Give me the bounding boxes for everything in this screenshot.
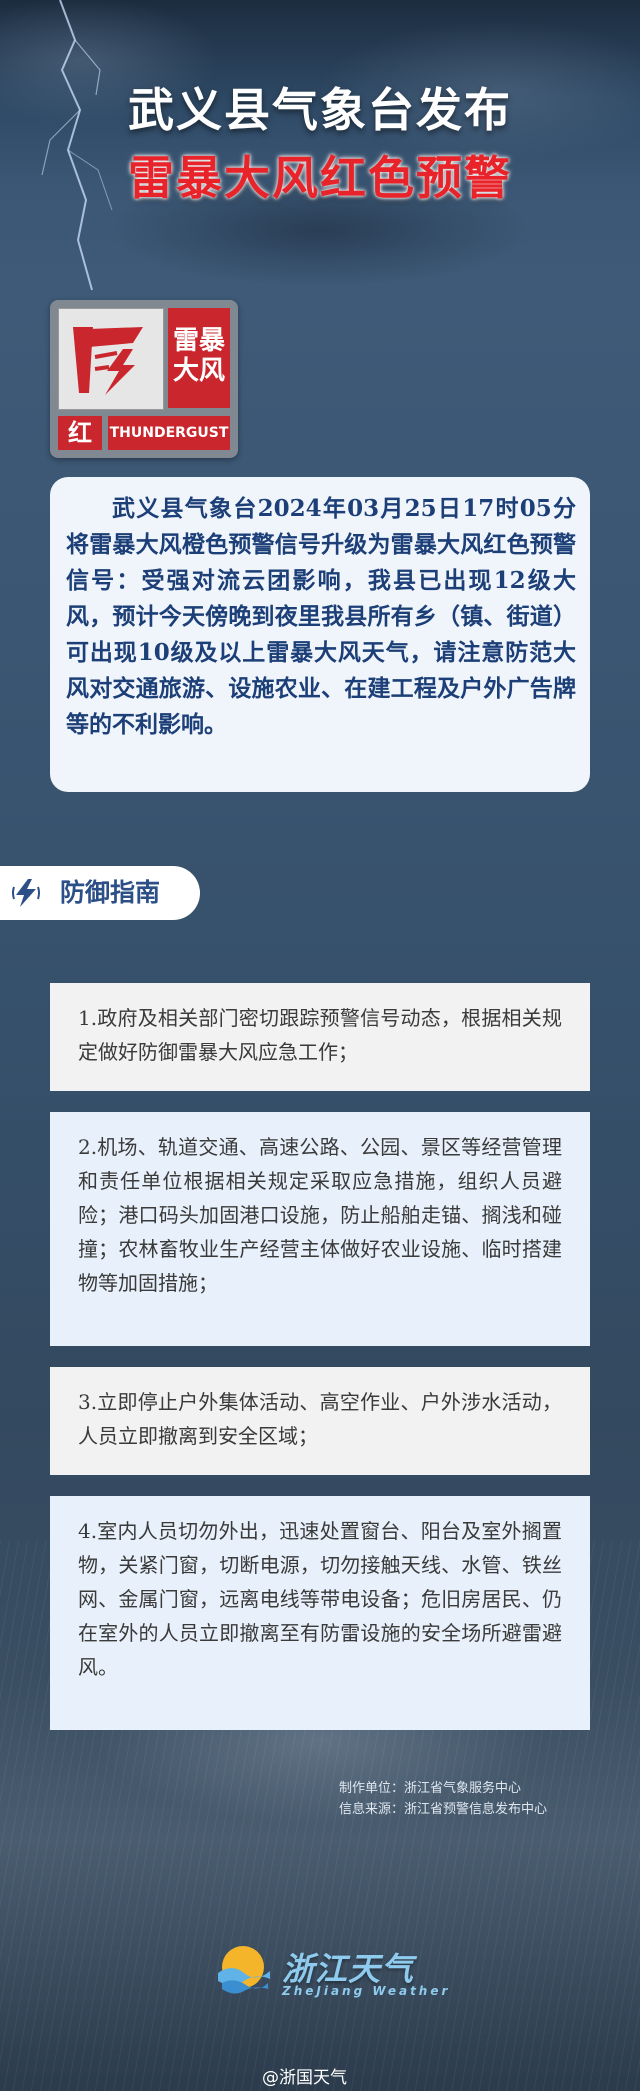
source-credit: 信息来源：浙江省预警信息发布中心 <box>339 1802 548 1817</box>
warning-english-label: THUNDERGUST <box>108 416 230 450</box>
warning-sign-name: 雷暴 大风 <box>168 308 230 408</box>
logo-name-en: ZheJiang Weather <box>282 1984 451 1998</box>
lightning-bolt-icon <box>12 879 40 907</box>
producer-credit: 制作单位：浙江省气象服务中心 <box>339 1781 522 1796</box>
guide-heading: 防御指南 <box>60 878 161 907</box>
guide-section-header: 防御指南 <box>0 866 200 920</box>
page-title: 武义县气象台发布 <box>128 83 512 137</box>
guide-item-3: 3.立即停止户外集体活动、高空作业、户外涉水活动，人员立即撤离到安全区域； <box>50 1367 590 1475</box>
warning-sign: 雷暴 大风 红 THUNDERGUST <box>50 300 238 458</box>
credits: 制作单位：浙江省气象服务中心 信息来源：浙江省预警信息发布中心 <box>339 1778 547 1820</box>
warning-sign-name-line1: 雷暴 <box>172 326 225 356</box>
warning-level: 红 <box>58 416 102 450</box>
warning-sign-name-line2: 大风 <box>172 356 225 386</box>
guide-item-2: 2.机场、轨道交通、高速公路、公园、景区等经营管理和责任单位根据相关规定采取应急… <box>50 1112 590 1346</box>
guide-item-4: 4.室内人员切勿外出，迅速处置窗台、阳台及室外搁置物，关紧门窗，切断电源，切勿接… <box>50 1496 590 1730</box>
warning-description: 武义县气象台2024年03月25日17时05分将雷暴大风橙色预警信号升级为雷暴大… <box>50 477 590 792</box>
guide-item-1: 1.政府及相关部门密切跟踪预警信号动态，根据相关规定做好防御雷暴大风应急工作； <box>50 983 590 1091</box>
zhejiang-weather-logo-icon <box>218 1946 270 1994</box>
weibo-watermark: @浙国天气 <box>262 2068 347 2088</box>
thunder-gust-icon <box>58 308 164 410</box>
warning-title: 雷暴大风红色预警 <box>128 151 512 205</box>
